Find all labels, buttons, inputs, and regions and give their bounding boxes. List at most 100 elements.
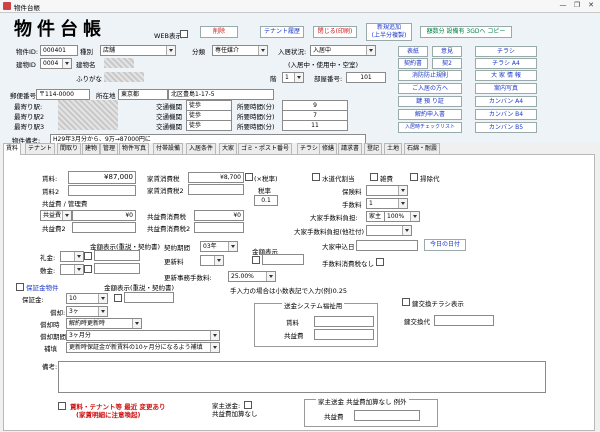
landlord-fee-pct-select[interactable]: 100% (384, 211, 420, 222)
guarantor-display-field[interactable] (124, 292, 174, 303)
renewal-field[interactable] (262, 254, 304, 265)
contract-button[interactable]: 契約書 (398, 58, 428, 69)
deposit-checkbox[interactable] (84, 265, 92, 273)
tax2-field[interactable] (188, 184, 244, 195)
tab-land[interactable]: 土地 (384, 143, 403, 154)
move-in-guide-button[interactable]: ご入居の方へ (398, 83, 462, 94)
insurance-select[interactable] (366, 185, 408, 196)
fee-tax-none-checkbox[interactable] (376, 258, 384, 266)
address-pref-field[interactable]: 東京都 (118, 89, 168, 100)
tax-rate-field[interactable]: 0.1 (254, 195, 278, 206)
misc-checkbox[interactable] (370, 173, 378, 181)
time3-field[interactable]: 11 (282, 120, 348, 131)
cleaning-checkbox[interactable] (410, 173, 418, 181)
tab-flyer[interactable]: チラシ (297, 143, 321, 154)
cancel-application-button[interactable]: 解約申入書 (398, 109, 462, 120)
key-change-fee-field[interactable] (434, 315, 494, 326)
tab-conditions[interactable]: 入居条件 (186, 143, 217, 154)
tab-photos[interactable]: 物件写真 (119, 143, 150, 154)
fire-rules-button[interactable]: 消防防止規則 (398, 70, 462, 81)
minimize-button[interactable]: — (556, 1, 570, 10)
contract2-button[interactable]: 契2 (432, 58, 462, 69)
renewal-select[interactable] (200, 255, 224, 266)
kanban-b4-button[interactable]: カンバン B4 (475, 109, 537, 120)
tab-tenant[interactable]: テナント (25, 143, 56, 154)
tenant-history-button[interactable]: テナント履歴 (260, 26, 304, 38)
tab-invoice[interactable]: 請求書 (338, 143, 363, 154)
delete-button[interactable]: 削除 (200, 26, 238, 38)
tab-building[interactable]: 建物 (82, 143, 101, 154)
warn-checkbox[interactable] (58, 402, 66, 410)
supplement-select[interactable]: 更新時保証金が新賃料の10ヶ月分になるよう補填 (66, 342, 220, 353)
key-change-checkbox[interactable] (402, 298, 410, 306)
key-money-select[interactable] (60, 251, 84, 262)
guarantor-display-checkbox[interactable] (114, 294, 122, 302)
tab-management[interactable]: 管理 (100, 143, 119, 154)
amortize-time-select[interactable]: 解約時更新時 (66, 318, 142, 329)
deposit-select[interactable] (60, 264, 84, 275)
property-id-field[interactable]: 000401 (40, 45, 78, 56)
room-field[interactable]: 101 (346, 72, 386, 83)
common-type-select[interactable]: 共益費 (40, 210, 72, 221)
close-window-button[interactable]: ✕ (584, 1, 598, 10)
water-checkbox[interactable] (312, 173, 320, 181)
landlord-date-field[interactable] (356, 240, 418, 251)
close-print-button[interactable]: 閉じる(印刷) (313, 26, 357, 38)
landlord-fee-other-select[interactable] (366, 225, 412, 236)
restore-button[interactable]: ❐ (570, 1, 584, 10)
figure-button[interactable]: 表紙 (398, 46, 428, 57)
deposit-field[interactable] (94, 263, 140, 274)
guarantor-deposit-select[interactable]: 10 (66, 293, 108, 304)
notes-textarea[interactable] (58, 361, 546, 393)
key-receipt-button[interactable]: 鍵 預 り証 (398, 96, 462, 107)
landlord-fee-who-field[interactable]: 家主 (366, 211, 386, 222)
tab-equipment[interactable]: 付帯設備 (153, 143, 184, 154)
common-tax-field[interactable]: ¥0 (194, 210, 244, 221)
web-checkbox[interactable] (180, 30, 188, 38)
tab-registry[interactable]: 登記 (364, 143, 383, 154)
rent-field[interactable]: ¥87,000 (68, 171, 136, 184)
contract-period-select[interactable]: 03年 (200, 241, 238, 252)
amortize-period-select[interactable]: 3ヶ月分 (66, 330, 220, 341)
type-select[interactable]: 店舗 (100, 45, 176, 56)
category-select[interactable]: 専任媒介 (212, 45, 268, 56)
common-tax2-field[interactable] (194, 222, 244, 233)
amortize-select[interactable]: 3ヶ (66, 306, 108, 317)
landlord-info-button[interactable]: 大 家 情 報 (475, 70, 537, 81)
today-button[interactable]: 今日の日付 (424, 239, 466, 251)
chirashi-button[interactable]: チラシ (475, 46, 537, 57)
key-money-field[interactable] (94, 250, 140, 261)
transit3-field[interactable]: 徒歩 (186, 120, 232, 131)
tab-rent[interactable]: 賃料 (3, 143, 22, 155)
tab-layout[interactable]: 間取り (57, 143, 82, 154)
copy-equipment-button[interactable]: 額数分 設備有 3GDへ コピー (420, 26, 512, 38)
tax-checkbox[interactable] (245, 173, 253, 181)
owner-common-field[interactable] (354, 410, 420, 421)
new-add-button[interactable]: 新規追加 (上半分複製) (366, 23, 412, 41)
checklist-button[interactable]: 入居時チェックリスト (398, 122, 462, 133)
chirashi-a4-button[interactable]: チラシ A4 (475, 58, 537, 69)
system-common-field[interactable] (314, 329, 374, 340)
zip-field[interactable]: 〒114-0000 (36, 89, 90, 100)
tab-repair[interactable]: 修繕 (319, 143, 338, 154)
rent2-field[interactable] (68, 185, 136, 196)
common-fee-field[interactable]: ¥0 (72, 210, 136, 221)
tax-field[interactable]: ¥8,700 (188, 172, 244, 183)
renewal-checkbox[interactable] (252, 256, 260, 264)
kanban-a4-button[interactable]: カンバン A4 (475, 96, 537, 107)
tab-asbestos[interactable]: 石綿・耐震 (404, 143, 441, 154)
renewal-fee-select[interactable]: 25.00% (228, 271, 276, 282)
tab-garbage[interactable]: ゴミ・ポスト番号 (238, 143, 293, 154)
guide-photo-button[interactable]: 案内写真 (475, 83, 537, 94)
guarantor-checkbox[interactable] (16, 283, 24, 291)
status-select[interactable]: 入居中 (310, 45, 376, 56)
common2-field[interactable] (72, 222, 136, 233)
floor-select[interactable]: 1 (282, 72, 304, 83)
address-city-field[interactable]: 北区豊島1-17-5 (168, 89, 274, 100)
tab-landlord[interactable]: 大家 (219, 143, 238, 154)
building-id-select[interactable]: 0004 (40, 58, 72, 69)
kanban-b5-button[interactable]: カンバン B5 (475, 122, 537, 133)
opinion-button[interactable]: 意見 (432, 46, 462, 57)
key-money-checkbox[interactable] (84, 252, 92, 260)
fee-select[interactable]: 1 (366, 198, 408, 209)
